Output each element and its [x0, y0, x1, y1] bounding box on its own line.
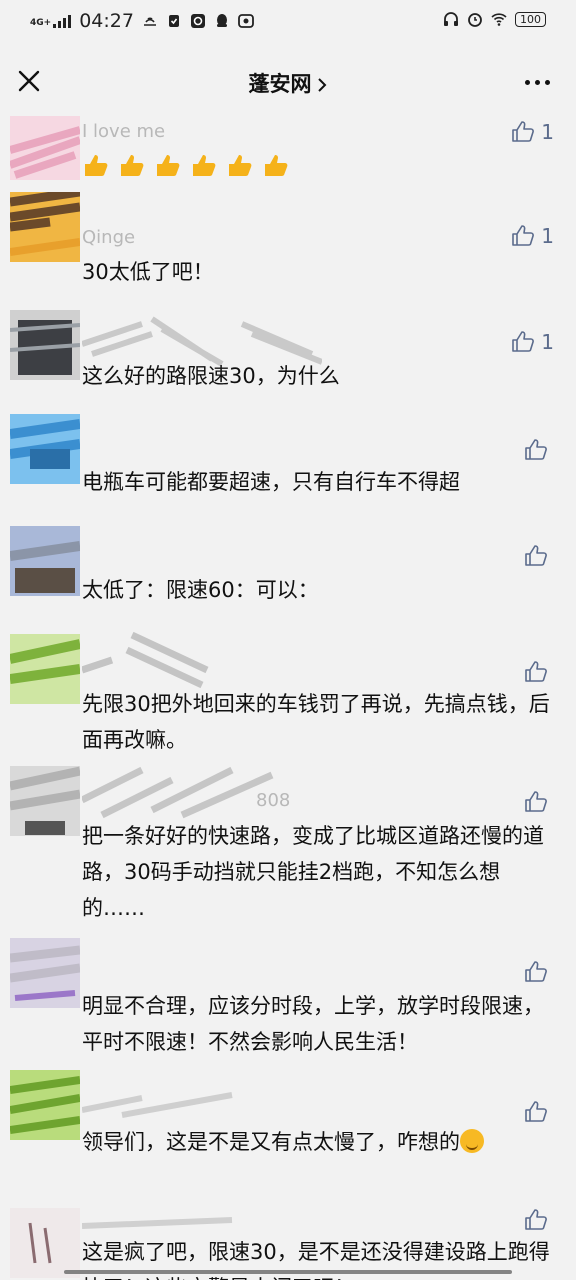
like-button[interactable]	[524, 544, 554, 568]
thumbs-up-emoji-icon	[85, 155, 108, 176]
signal-icon	[53, 14, 72, 28]
more-options-icon[interactable]	[525, 80, 550, 85]
thumbs-up-icon	[525, 439, 547, 460]
comment-item: Qinge 30太低了吧！ 1	[0, 187, 576, 296]
like-button[interactable]	[524, 660, 554, 684]
like-count: 1	[541, 120, 554, 144]
comment-text: 太低了：限速60：可以：	[82, 578, 319, 602]
top-nav-bar: 蓬安网	[0, 44, 576, 116]
like-count: 1	[541, 330, 554, 354]
avatar[interactable]	[9, 414, 81, 484]
like-button[interactable]	[524, 1208, 554, 1232]
like-button[interactable]: 1	[511, 224, 554, 248]
commenter-name: I love me	[82, 121, 166, 142]
avatar[interactable]	[9, 526, 81, 596]
status-bar: 4G+ 04:27 100	[0, 0, 576, 44]
comment-item: 领导们，这是不是又有点太慢了，咋想的	[0, 1070, 576, 1178]
redacted-name	[81, 1090, 242, 1124]
headphones-icon	[444, 12, 458, 26]
page-title: 蓬安网	[248, 72, 312, 96]
home-indicator[interactable]	[64, 1270, 512, 1274]
thumbs-up-icon	[525, 791, 547, 812]
alarm-icon	[468, 13, 482, 27]
thumbs-up-emoji-icon	[265, 155, 288, 176]
thumbs-up-icon	[512, 225, 535, 246]
comment-item: 电瓶车可能都要超速，只有自行车不得超	[0, 402, 576, 508]
commenter-name: Qinge	[82, 227, 136, 248]
like-button[interactable]	[524, 960, 554, 984]
like-count: 1	[541, 224, 554, 248]
thumbs-up-emoji-icon	[193, 155, 216, 176]
avatar[interactable]	[9, 938, 81, 1008]
comment-item: 这么好的路限速30，为什么 1	[0, 296, 576, 402]
comment-text: 30太低了吧！	[82, 260, 214, 284]
thumbs-up-emoji-row	[82, 152, 298, 176]
shield-check-icon	[168, 15, 179, 27]
thumbs-up-icon	[525, 1209, 547, 1230]
laughing-crying-emoji-icon	[460, 1129, 484, 1153]
thumbs-up-emoji-icon	[229, 155, 252, 176]
page-title-link[interactable]: 蓬安网	[0, 68, 576, 98]
comment-text-body: 领导们，这是不是又有点太慢了，咋想的	[82, 1130, 460, 1154]
comment-item: 先限30把外地回来的车钱罚了再说，先搞点钱，后面再改嘛。	[0, 624, 576, 760]
comment-text: 先限30把外地回来的车钱罚了再说，先搞点钱，后面再改嘛。	[82, 692, 550, 752]
comment-text: 明显不合理，应该分时段，上学，放学时段限速，平时不限速！不然会影响人民生活！	[82, 994, 544, 1054]
comment-text: 领导们，这是不是又有点太慢了，咋想的	[82, 1124, 560, 1160]
hotspot-icon	[143, 17, 156, 26]
thumbs-up-icon	[525, 961, 547, 982]
redacted-name	[80, 760, 282, 824]
commenter-name: 808	[256, 790, 291, 811]
qq-icon	[216, 14, 227, 27]
comments-list[interactable]: I love me 1 Qinge 30太低了吧！ 1 这么好的路限速30，为什…	[0, 116, 576, 1280]
comment-item: 太低了：限速60：可以：	[0, 508, 576, 624]
app-icon	[190, 14, 205, 28]
comment-text	[82, 146, 560, 182]
comment-item: 808 把一条好好的快速路，变成了比城区道路还慢的道路，30码手动挡就只能挂2档…	[0, 760, 576, 930]
avatar[interactable]	[9, 766, 81, 836]
avatar[interactable]	[9, 1070, 81, 1140]
thumbs-up-icon	[512, 331, 535, 352]
chevron-right-icon	[317, 78, 326, 92]
comment-item: 明显不合理，应该分时段，上学，放学时段限速，平时不限速！不然会影响人民生活！	[0, 930, 576, 1070]
wifi-icon	[491, 13, 507, 26]
like-button[interactable]	[524, 790, 554, 814]
thumbs-up-icon	[525, 545, 547, 566]
thumbs-up-icon	[525, 1101, 547, 1122]
network-type: 4G+	[30, 18, 52, 28]
comment-item: 这是疯了吧，限速30，是不是还没得建设路上跑得快了！这些交警是太闲了吧！	[0, 1178, 576, 1280]
avatar[interactable]	[10, 1208, 80, 1278]
like-button[interactable]	[524, 438, 554, 462]
comment-text: 电瓶车可能都要超速，只有自行车不得超	[82, 470, 460, 494]
avatar[interactable]	[8, 634, 82, 704]
battery-indicator: 100	[515, 11, 546, 27]
like-button[interactable]	[524, 1100, 554, 1124]
like-button[interactable]: 1	[511, 120, 554, 144]
thumbs-up-emoji-icon	[157, 155, 180, 176]
thumbs-up-icon	[512, 121, 535, 142]
comment-item: I love me 1	[0, 116, 576, 190]
signal-indicator: 4G+	[30, 14, 72, 28]
like-button[interactable]: 1	[511, 330, 554, 354]
thumbs-up-emoji-icon	[121, 155, 144, 176]
comment-text: 把一条好好的快速路，变成了比城区道路还慢的道路，30码手动挡就只能挂2档跑，不知…	[82, 824, 544, 920]
avatar[interactable]	[8, 116, 82, 180]
clock: 04:27	[79, 10, 134, 32]
video-app-icon	[238, 14, 254, 28]
comment-text: 这么好的路限速30，为什么	[82, 364, 340, 388]
avatar[interactable]	[9, 310, 81, 380]
thumbs-up-icon	[525, 661, 547, 682]
redacted-name	[80, 630, 212, 694]
avatar[interactable]	[9, 187, 81, 262]
